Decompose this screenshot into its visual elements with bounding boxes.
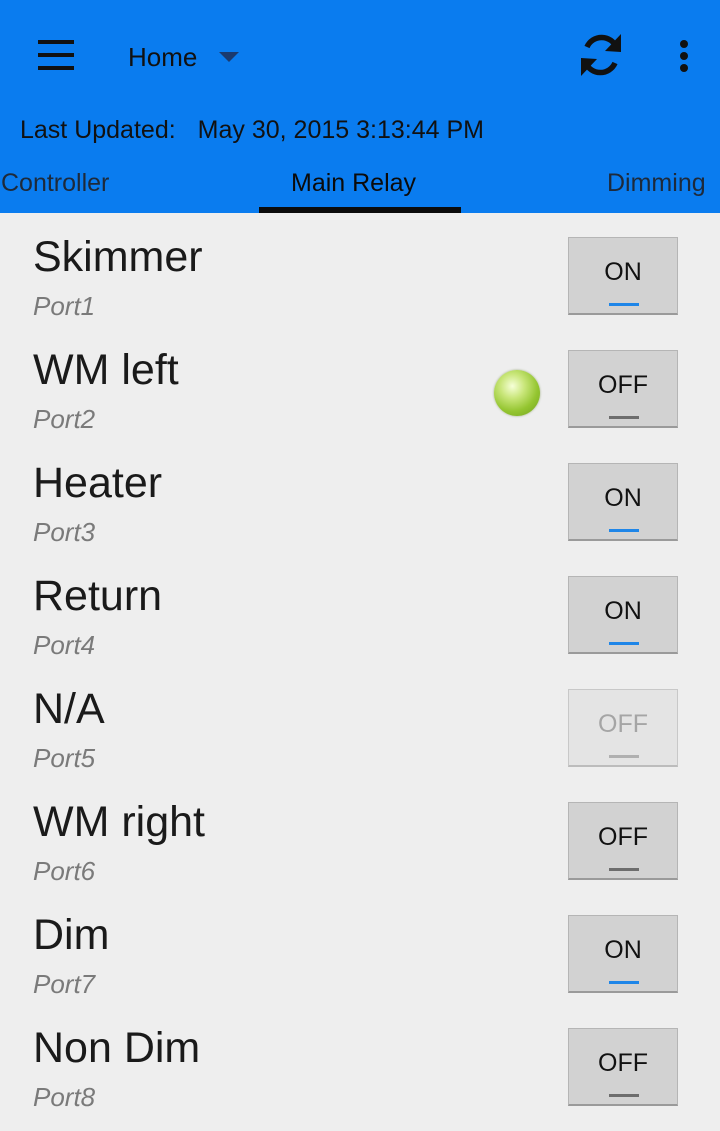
app-header: Home Last Updated: May 30, 2015 3:13:44 P… [0, 0, 720, 213]
toggle-indicator-bar [609, 416, 639, 419]
port-row: WM left Port2 OFF [0, 326, 720, 439]
toggle-indicator-bar [609, 642, 639, 645]
toggle-state-label: ON [604, 597, 642, 625]
toggle-indicator-bar [609, 981, 639, 984]
toggle-state-label: OFF [598, 710, 648, 738]
port-row: Heater Port3 ON [0, 439, 720, 552]
dropdown-arrow-icon [219, 52, 240, 62]
toggle-indicator-bar [609, 1094, 639, 1097]
port-name: WM right [33, 798, 205, 846]
port-row: WM right Port6 OFF [0, 778, 720, 891]
location-spinner[interactable]: Home [128, 40, 240, 74]
port-number: Port1 [33, 291, 96, 321]
relay-toggle-button[interactable]: ON [568, 915, 678, 993]
toggle-indicator-bar [609, 755, 639, 758]
port-number: Port4 [33, 630, 96, 660]
relay-toggle-button[interactable]: ON [568, 237, 678, 315]
port-row: N/A Port5 OFF [0, 665, 720, 778]
port-number: Port6 [33, 856, 96, 886]
status-led-icon [494, 370, 540, 416]
relay-toggle-button[interactable]: OFF [568, 350, 678, 428]
toggle-state-label: OFF [598, 1049, 648, 1077]
tab-dimming[interactable]: Dimming [607, 169, 706, 198]
port-name: Non Dim [33, 1024, 201, 1072]
toggle-state-label: OFF [598, 371, 648, 399]
port-number: Port8 [33, 1082, 96, 1112]
port-name: N/A [33, 685, 105, 733]
spinner-label: Home [128, 41, 198, 72]
port-row: Skimmer Port1 ON [0, 213, 720, 326]
port-name: WM left [33, 346, 179, 394]
refresh-icon[interactable] [576, 30, 626, 80]
port-row: Non Dim Port8 OFF [0, 1004, 720, 1117]
relay-toggle-button[interactable]: ON [568, 576, 678, 654]
relay-toggle-button[interactable]: OFF [568, 802, 678, 880]
last-updated-label: Last Updated: [20, 116, 176, 144]
relay-toggle-button[interactable]: ON [568, 463, 678, 541]
tab-controller[interactable]: Controller [1, 169, 109, 198]
port-name: Return [33, 572, 163, 620]
hamburger-menu-icon[interactable] [36, 40, 76, 70]
toggle-state-label: ON [604, 484, 642, 512]
port-number: Port2 [33, 404, 96, 434]
more-vert-icon[interactable] [670, 36, 698, 76]
last-updated: Last Updated: May 30, 2015 3:13:44 PM [20, 116, 484, 145]
port-row: Return Port4 ON [0, 552, 720, 665]
toggle-state-label: ON [604, 258, 642, 286]
toggle-state-label: ON [604, 936, 642, 964]
port-name: Skimmer [33, 233, 203, 281]
toggle-state-label: OFF [598, 823, 648, 851]
tab-strip: Controller Main Relay Dimming [0, 165, 720, 213]
toolbar: Home [0, 0, 720, 112]
toggle-indicator-bar [609, 529, 639, 532]
port-number: Port7 [33, 969, 96, 999]
port-name: Dim [33, 911, 110, 959]
tab-main-relay[interactable]: Main Relay [291, 169, 416, 198]
last-updated-value: May 30, 2015 3:13:44 PM [197, 116, 484, 144]
relay-toggle-button: OFF [568, 689, 678, 767]
toggle-indicator-bar [609, 303, 639, 306]
port-number: Port5 [33, 743, 96, 773]
port-number: Port3 [33, 517, 96, 547]
toggle-indicator-bar [609, 868, 639, 871]
port-row: Dim Port7 ON [0, 891, 720, 1004]
relay-toggle-button[interactable]: OFF [568, 1028, 678, 1106]
port-name: Heater [33, 459, 163, 507]
